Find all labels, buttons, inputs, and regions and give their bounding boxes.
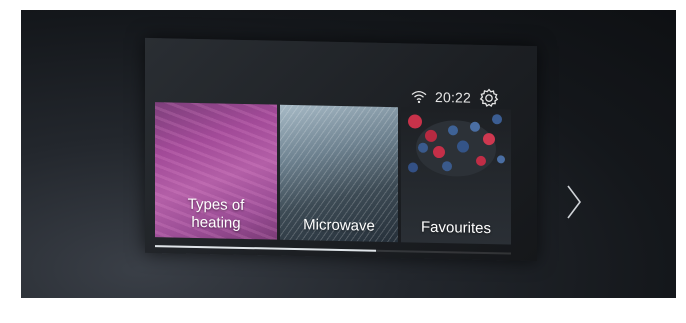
tile-label: Microwave — [280, 216, 398, 236]
tile-label: Types of heating — [155, 195, 277, 234]
tile-microwave[interactable]: Microwave — [280, 104, 398, 243]
tile-types-of-heating[interactable]: Types of heating — [155, 102, 277, 240]
program-tiles: Types of heating Microwave Favourites — [155, 102, 511, 245]
tile-favourites[interactable]: Favourites — [401, 107, 511, 245]
tile-label-line: heating — [191, 213, 241, 232]
oven-panel: 20:22 Types of heating Microwave Favouri… — [21, 10, 676, 298]
gear-icon[interactable] — [479, 88, 499, 108]
status-bar: 20:22 — [411, 85, 499, 109]
oven-display: 20:22 Types of heating Microwave Favouri… — [145, 37, 537, 262]
tile-label: Favourites — [401, 218, 511, 238]
clock-time: 20:22 — [435, 88, 472, 106]
scroll-indicator — [155, 245, 511, 255]
tile-label-line: Microwave — [303, 216, 375, 235]
scroll-indicator-fill — [155, 245, 376, 252]
tile-label-line: Favourites — [420, 218, 492, 238]
chevron-right-icon[interactable] — [564, 182, 584, 222]
wifi-icon — [411, 89, 427, 104]
